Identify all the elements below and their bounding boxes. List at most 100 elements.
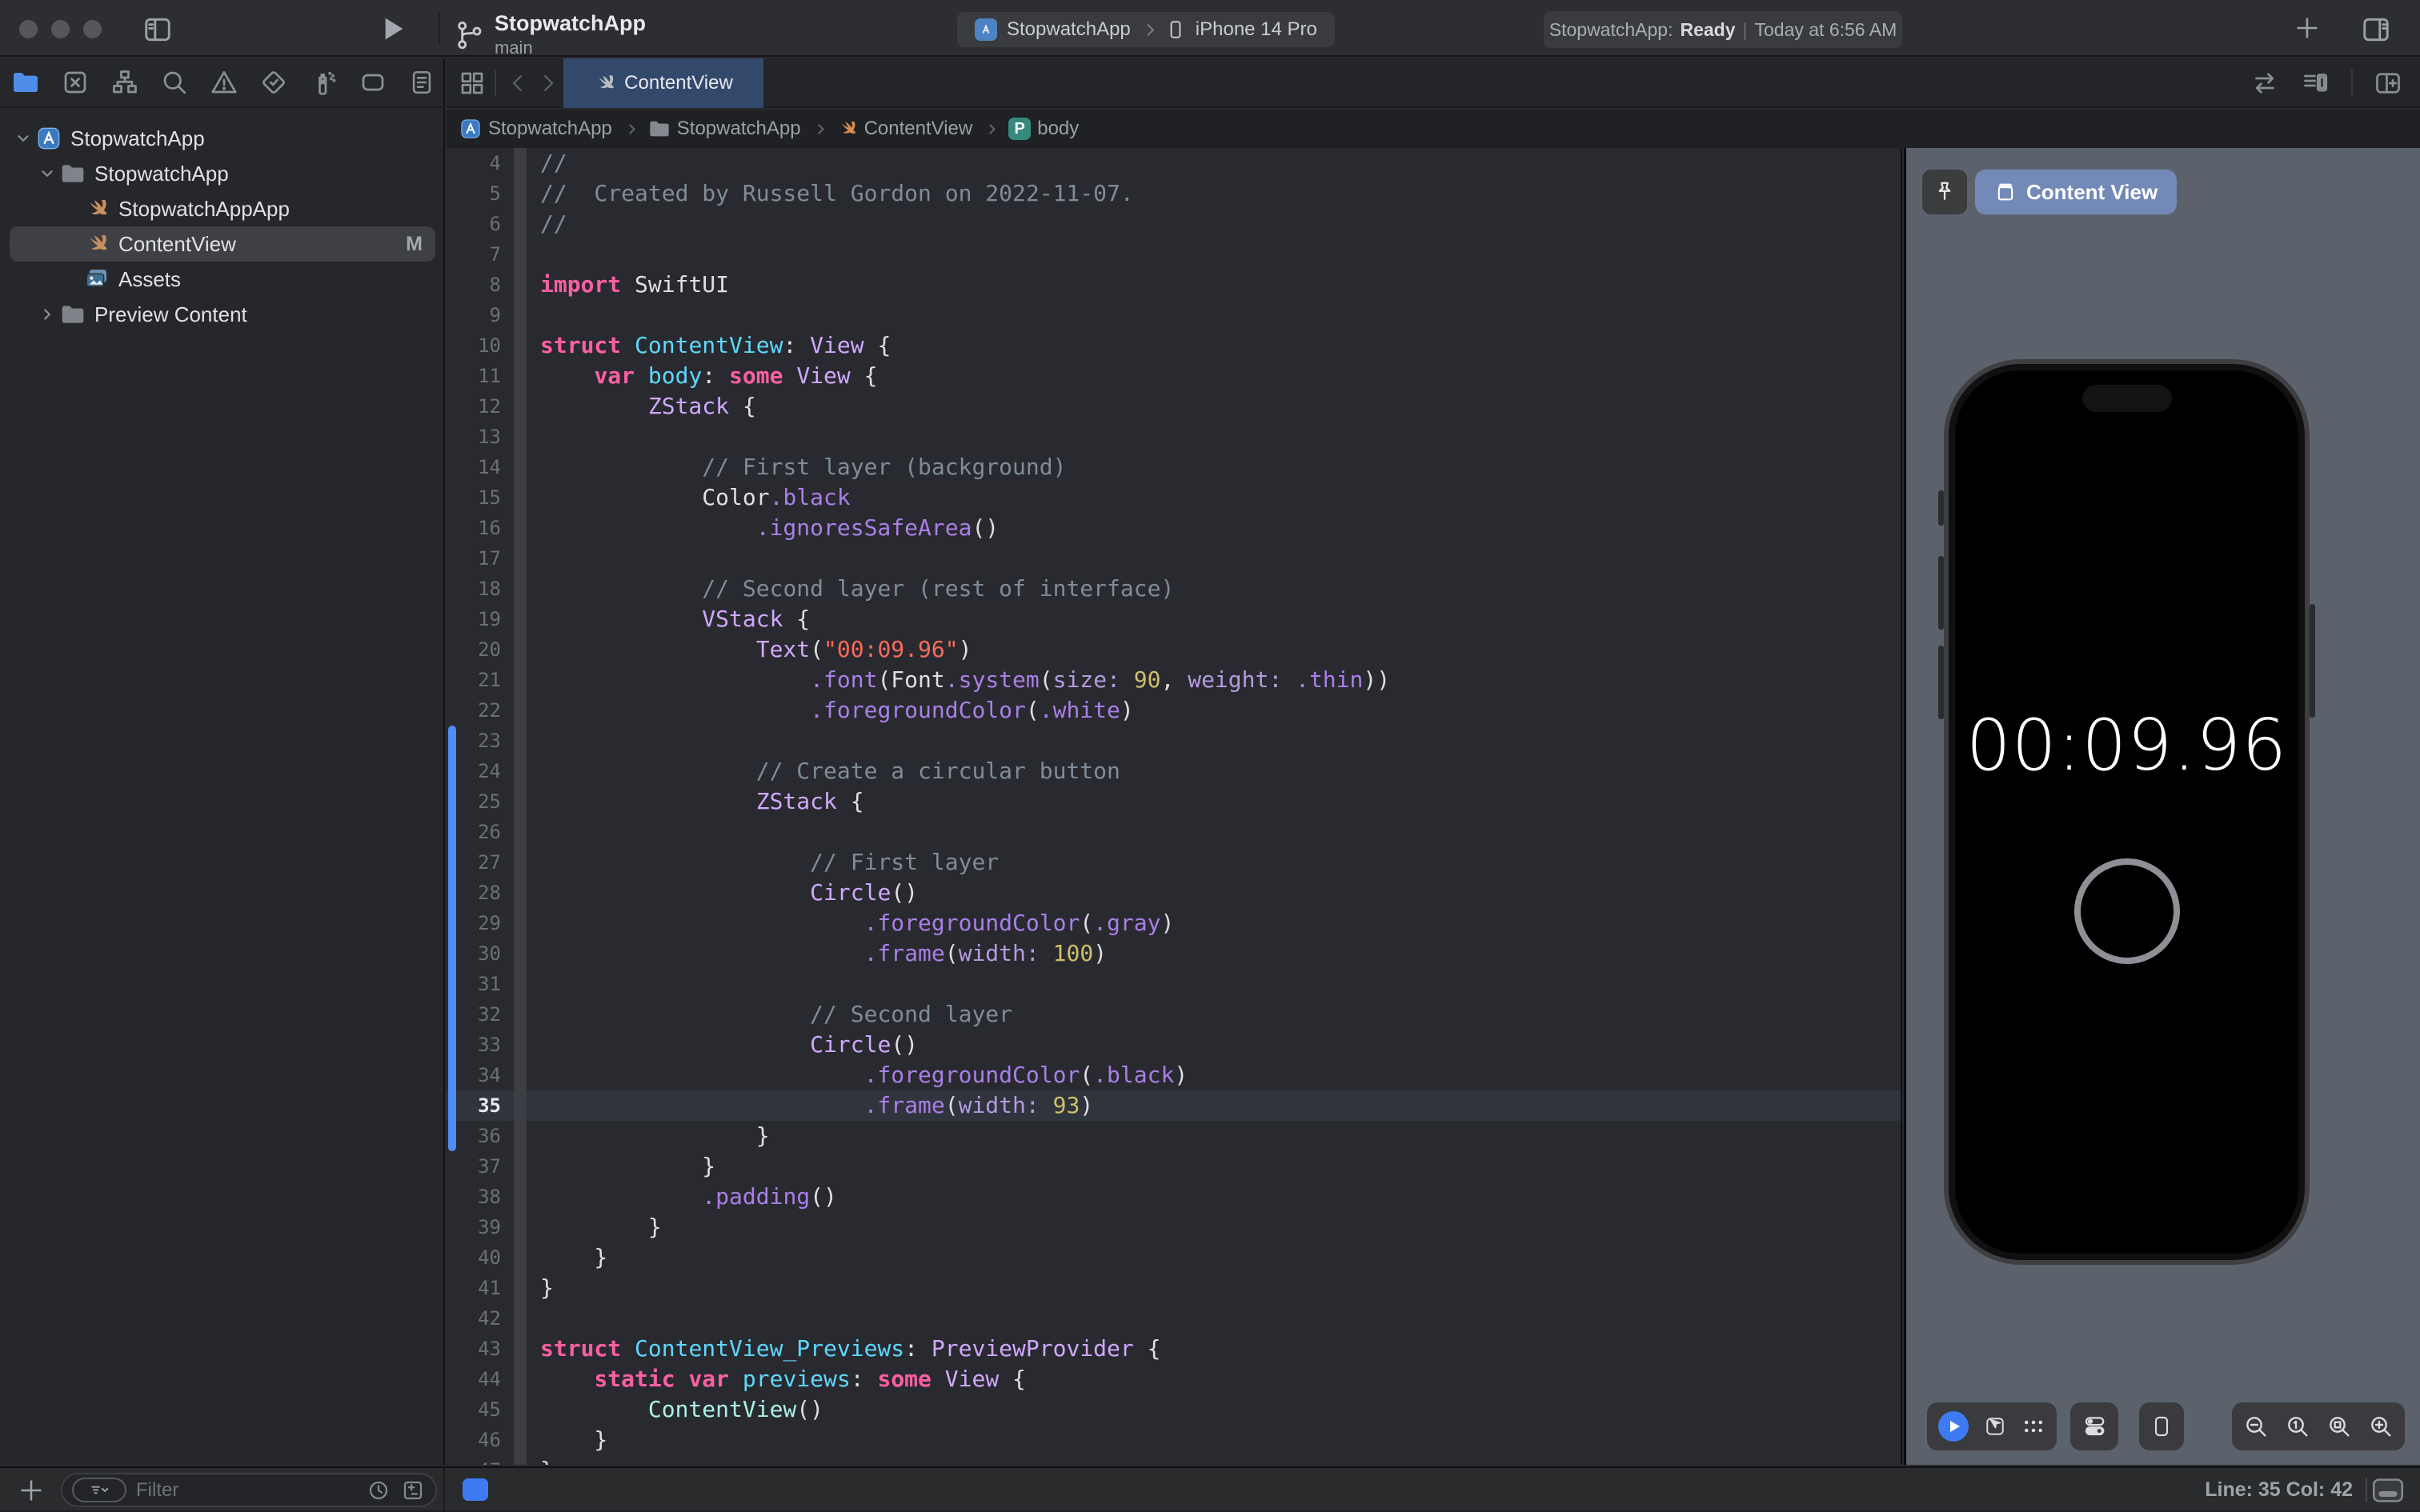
editor-layout-icon[interactable] (2370, 1478, 2406, 1503)
code-line-46[interactable]: 46 } (447, 1425, 1901, 1455)
fold-ribbon[interactable] (514, 969, 527, 999)
breadcrumb-item[interactable]: StopwatchApp (648, 118, 801, 140)
fold-ribbon[interactable] (514, 999, 527, 1030)
code-line-11[interactable]: 11 var body: some View { (447, 361, 1901, 391)
code-line-10[interactable]: 10struct ContentView: View { (447, 330, 1901, 361)
fold-ribbon[interactable] (514, 391, 527, 422)
filter-options-icon[interactable] (72, 1478, 126, 1502)
hierarchy-icon[interactable] (110, 68, 139, 97)
code-line-30[interactable]: 30 .frame(width: 100) (447, 938, 1901, 969)
code-line-31[interactable]: 31 (447, 969, 1901, 999)
fold-ribbon[interactable] (514, 1425, 527, 1455)
code-line-16[interactable]: 16 .ignoresSafeArea() (447, 513, 1901, 543)
fold-ribbon[interactable] (514, 452, 527, 482)
fold-ribbon[interactable] (514, 1242, 527, 1273)
code-line-7[interactable]: 7 (447, 239, 1901, 270)
code-line-15[interactable]: 15 Color.black (447, 482, 1901, 513)
stopwatch-circle-button[interactable] (2074, 858, 2180, 964)
fold-ribbon[interactable] (514, 1364, 527, 1394)
scheme-target[interactable]: StopwatchApp (1007, 18, 1131, 41)
fold-ribbon[interactable] (514, 1273, 527, 1303)
fold-ribbon[interactable] (514, 1060, 527, 1090)
scheme-project-info[interactable]: StopwatchApp main (453, 11, 646, 58)
window-minimize-button[interactable] (51, 20, 70, 38)
sidebar-item-stopwatchapp[interactable]: StopwatchApp (0, 156, 445, 191)
toggles-icon[interactable] (2081, 1414, 2107, 1438)
test-diamond-icon[interactable] (259, 68, 288, 97)
sidebar-item-stopwatchapp[interactable]: StopwatchApp (0, 121, 445, 156)
fold-ribbon[interactable] (514, 422, 527, 452)
fold-ribbon[interactable] (514, 482, 527, 513)
recents-clock-icon[interactable] (367, 1478, 391, 1502)
fold-ribbon[interactable] (514, 574, 527, 604)
fold-ribbon[interactable] (514, 209, 527, 239)
code-line-20[interactable]: 20 Text("00:09.96") (447, 634, 1901, 665)
window-zoom-button[interactable] (83, 20, 102, 38)
navigator-toggle-icon[interactable] (142, 14, 173, 45)
iphone-preview-device[interactable]: 00:09.96 (1944, 359, 2310, 1265)
source-editor[interactable]: 4//5// Created by Russell Gordon on 2022… (447, 148, 1902, 1465)
code-line-39[interactable]: 39 } (447, 1212, 1901, 1242)
code-line-21[interactable]: 21 .font(Font.system(size: 90, weight: .… (447, 665, 1901, 695)
code-line-5[interactable]: 5// Created by Russell Gordon on 2022-11… (447, 178, 1901, 209)
sidebar-item-contentview[interactable]: ContentViewM (0, 226, 445, 262)
code-line-6[interactable]: 6// (447, 209, 1901, 239)
code-review-icon[interactable] (2249, 69, 2281, 98)
fold-ribbon[interactable] (514, 543, 527, 574)
variants-grid-icon[interactable] (2021, 1416, 2045, 1437)
fold-ribbon[interactable] (514, 300, 527, 330)
breadcrumb-item[interactable]: Pbody (1008, 118, 1079, 140)
code-line-28[interactable]: 28 Circle() (447, 878, 1901, 908)
fold-ribbon[interactable] (514, 817, 527, 847)
code-line-19[interactable]: 19 VStack { (447, 604, 1901, 634)
fold-ribbon[interactable] (514, 1151, 527, 1182)
code-line-42[interactable]: 42 (447, 1303, 1901, 1334)
code-line-22[interactable]: 22 .foregroundColor(.white) (447, 695, 1901, 726)
fold-ribbon[interactable] (514, 1303, 527, 1334)
report-list-icon[interactable] (408, 68, 435, 97)
fold-ribbon[interactable] (514, 1455, 527, 1465)
code-line-36[interactable]: 36 } (447, 1121, 1901, 1151)
fold-ribbon[interactable] (514, 1182, 527, 1212)
library-add-icon[interactable] (2294, 14, 2321, 42)
zoom-100-icon[interactable] (2285, 1414, 2310, 1439)
code-line-18[interactable]: 18 // Second layer (rest of interface) (447, 574, 1901, 604)
zoom-fit-icon[interactable] (2326, 1414, 2352, 1439)
code-line-33[interactable]: 33 Circle() (447, 1030, 1901, 1060)
breadcrumb-item[interactable]: ContentView (837, 118, 973, 140)
code-line-23[interactable]: 23 (447, 726, 1901, 756)
code-line-26[interactable]: 26 (447, 817, 1901, 847)
breakpoint-tag-icon[interactable] (359, 68, 387, 97)
debug-spray-icon[interactable] (309, 68, 338, 97)
related-items-icon[interactable] (458, 69, 487, 98)
fold-ribbon[interactable] (514, 1334, 527, 1364)
code-line-12[interactable]: 12 ZStack { (447, 391, 1901, 422)
disclosure-chevron-icon[interactable] (11, 130, 35, 147)
fold-ribbon[interactable] (514, 786, 527, 817)
sidebar-item-assets[interactable]: Assets (0, 262, 445, 297)
fold-ribbon[interactable] (514, 178, 527, 209)
pin-preview-button[interactable] (1922, 170, 1967, 214)
code-line-34[interactable]: 34 .foregroundColor(.black) (447, 1060, 1901, 1090)
fold-ribbon[interactable] (514, 361, 527, 391)
fold-ribbon[interactable] (514, 847, 527, 878)
code-line-25[interactable]: 25 ZStack { (447, 786, 1901, 817)
back-icon[interactable] (506, 69, 530, 98)
flags-filter-icon[interactable] (400, 1478, 426, 1502)
code-line-14[interactable]: 14 // First layer (background) (447, 452, 1901, 482)
code-line-44[interactable]: 44 static var previews: some View { (447, 1364, 1901, 1394)
window-close-button[interactable] (19, 20, 38, 38)
code-line-9[interactable]: 9 (447, 300, 1901, 330)
forward-icon[interactable] (536, 69, 560, 98)
fold-ribbon[interactable] (514, 239, 527, 270)
code-line-17[interactable]: 17 (447, 543, 1901, 574)
code-line-45[interactable]: 45 ContentView() (447, 1394, 1901, 1425)
fold-ribbon[interactable] (514, 270, 527, 300)
zoom-out-icon[interactable] (2243, 1414, 2269, 1439)
code-line-29[interactable]: 29 .foregroundColor(.gray) (447, 908, 1901, 938)
scheme-selector[interactable]: StopwatchApp iPhone 14 Pro (957, 12, 1335, 47)
code-line-37[interactable]: 37 } (447, 1151, 1901, 1182)
fold-ribbon[interactable] (514, 148, 527, 178)
preview-target-button[interactable]: Content View (1975, 170, 2177, 214)
fold-ribbon[interactable] (514, 1121, 527, 1151)
